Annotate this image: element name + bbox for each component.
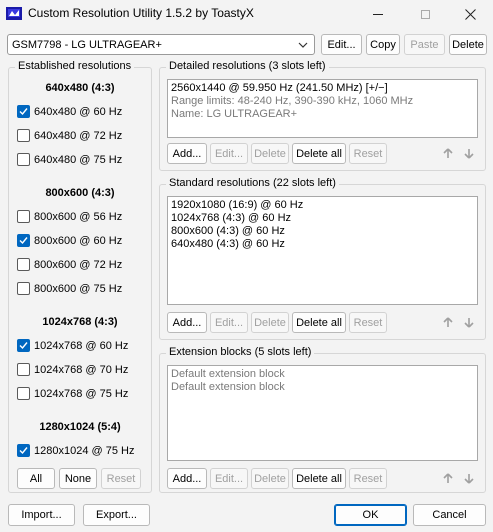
checkbox-1280x1024-75[interactable]: 1280x1024 @ 75 Hz <box>17 444 134 457</box>
section-header-1024x768: 1024x768 (4:3) <box>42 316 118 328</box>
close-icon <box>464 8 476 20</box>
select-none-button[interactable]: None <box>59 468 97 489</box>
checkbox-box <box>17 282 30 295</box>
standard-move-down-button[interactable] <box>461 314 477 330</box>
extension-delete-all-button[interactable]: Delete all <box>292 468 346 489</box>
edit-monitor-button[interactable]: Edit... <box>321 34 362 55</box>
checkbox-box <box>17 387 30 400</box>
checkbox-1024x768-75[interactable]: 1024x768 @ 75 Hz <box>17 387 128 400</box>
arrow-down-icon <box>464 473 474 484</box>
checkbox-box <box>17 258 30 271</box>
standard-edit-button[interactable]: Edit... <box>210 312 248 333</box>
checkbox-1024x768-70[interactable]: 1024x768 @ 70 Hz <box>17 363 128 376</box>
checkbox-box <box>17 444 30 457</box>
detailed-move-up-button[interactable] <box>440 145 456 161</box>
extension-edit-button[interactable]: Edit... <box>210 468 248 489</box>
detailed-reset-button[interactable]: Reset <box>349 143 387 164</box>
extension-delete-button[interactable]: Delete <box>251 468 289 489</box>
paste-button[interactable]: Paste <box>404 34 445 55</box>
checkbox-box <box>17 339 30 352</box>
checkbox-box <box>17 129 30 142</box>
list-item[interactable]: 640x480 (4:3) @ 60 Hz <box>171 238 474 251</box>
checkbox-800x600-60[interactable]: 800x600 @ 60 Hz <box>17 234 122 247</box>
standard-reset-button[interactable]: Reset <box>349 312 387 333</box>
reset-established-button[interactable]: Reset <box>101 468 141 489</box>
title-bar: Custom Resolution Utility 1.5.2 by Toast… <box>0 0 493 28</box>
maximize-button[interactable] <box>402 0 448 28</box>
standard-resolutions-title: Standard resolutions (22 slots left) <box>166 177 339 189</box>
established-resolutions-title: Established resolutions <box>15 60 135 72</box>
checkbox-640x480-60[interactable]: 640x480 @ 60 Hz <box>17 105 122 118</box>
detailed-delete-all-button[interactable]: Delete all <box>292 143 346 164</box>
monitor-select-value: GSM7798 - LG ULTRAGEAR+ <box>12 38 162 51</box>
cancel-button[interactable]: Cancel <box>413 504 486 526</box>
ok-button[interactable]: OK <box>334 504 407 526</box>
standard-delete-all-button[interactable]: Delete all <box>292 312 346 333</box>
standard-resolutions-list[interactable]: 1920x1080 (16:9) @ 60 Hz 1024x768 (4:3) … <box>167 196 478 305</box>
extension-blocks-list[interactable]: Default extension block Default extensio… <box>167 365 478 461</box>
checkbox-box <box>17 363 30 376</box>
arrow-up-icon <box>443 472 453 483</box>
import-button[interactable]: Import... <box>8 504 75 526</box>
select-all-button[interactable]: All <box>17 468 55 489</box>
list-item[interactable]: 2560x1440 @ 59.950 Hz (241.50 MHz) [+/−] <box>171 82 474 95</box>
extension-blocks-title: Extension blocks (5 slots left) <box>166 346 315 358</box>
standard-delete-button[interactable]: Delete <box>251 312 289 333</box>
list-item[interactable]: 1024x768 (4:3) @ 60 Hz <box>171 212 474 225</box>
checkbox-640x480-75[interactable]: 640x480 @ 75 Hz <box>17 153 122 166</box>
copy-button[interactable]: Copy <box>366 34 400 55</box>
close-button[interactable] <box>447 0 493 28</box>
monitor-select[interactable]: GSM7798 - LG ULTRAGEAR+ <box>7 34 315 55</box>
arrow-up-icon <box>443 316 453 327</box>
standard-move-up-button[interactable] <box>440 314 456 330</box>
app-icon <box>6 6 22 22</box>
extension-move-down-button[interactable] <box>461 470 477 486</box>
checkbox-800x600-56[interactable]: 800x600 @ 56 Hz <box>17 210 122 223</box>
arrow-down-icon <box>464 317 474 328</box>
checkbox-800x600-75[interactable]: 800x600 @ 75 Hz <box>17 282 122 295</box>
delete-monitor-button[interactable]: Delete <box>449 34 487 55</box>
maximize-icon <box>420 9 430 19</box>
detailed-delete-button[interactable]: Delete <box>251 143 289 164</box>
arrow-down-icon <box>464 148 474 159</box>
section-header-800x600: 800x600 (4:3) <box>45 187 115 199</box>
range-limits-line: Range limits: 48-240 Hz, 390-390 kHz, 10… <box>171 95 414 107</box>
checkbox-box <box>17 153 30 166</box>
extension-add-button[interactable]: Add... <box>167 468 207 489</box>
minimize-button[interactable] <box>355 0 401 28</box>
checkbox-box <box>17 105 30 118</box>
checkbox-box <box>17 234 30 247</box>
extension-move-up-button[interactable] <box>440 470 456 486</box>
export-button[interactable]: Export... <box>83 504 150 526</box>
extension-reset-button[interactable]: Reset <box>349 468 387 489</box>
detailed-move-down-button[interactable] <box>461 145 477 161</box>
list-item[interactable]: Default extension block <box>171 368 474 381</box>
arrow-up-icon <box>443 147 453 158</box>
detailed-resolutions-title: Detailed resolutions (3 slots left) <box>166 60 329 72</box>
chevron-down-icon <box>298 42 308 48</box>
detailed-edit-button[interactable]: Edit... <box>210 143 248 164</box>
checkbox-800x600-72[interactable]: 800x600 @ 72 Hz <box>17 258 122 271</box>
window-title: Custom Resolution Utility 1.5.2 by Toast… <box>28 6 254 20</box>
detailed-resolutions-list[interactable]: 2560x1440 @ 59.950 Hz (241.50 MHz) [+/−]… <box>167 79 478 138</box>
standard-add-button[interactable]: Add... <box>167 312 207 333</box>
section-header-1280x1024: 1280x1024 (5:4) <box>39 421 121 433</box>
checkbox-640x480-72[interactable]: 640x480 @ 72 Hz <box>17 129 122 142</box>
list-item[interactable]: 1920x1080 (16:9) @ 60 Hz <box>171 199 474 212</box>
detailed-add-button[interactable]: Add... <box>167 143 207 164</box>
list-item[interactable]: 800x600 (4:3) @ 60 Hz <box>171 225 474 238</box>
monitor-name-line: Name: LG ULTRAGEAR+ <box>171 108 298 120</box>
section-header-640x480: 640x480 (4:3) <box>45 82 115 94</box>
checkbox-box <box>17 210 30 223</box>
list-item[interactable]: Default extension block <box>171 381 474 394</box>
checkbox-1024x768-60[interactable]: 1024x768 @ 60 Hz <box>17 339 128 352</box>
minimize-icon <box>373 13 383 15</box>
